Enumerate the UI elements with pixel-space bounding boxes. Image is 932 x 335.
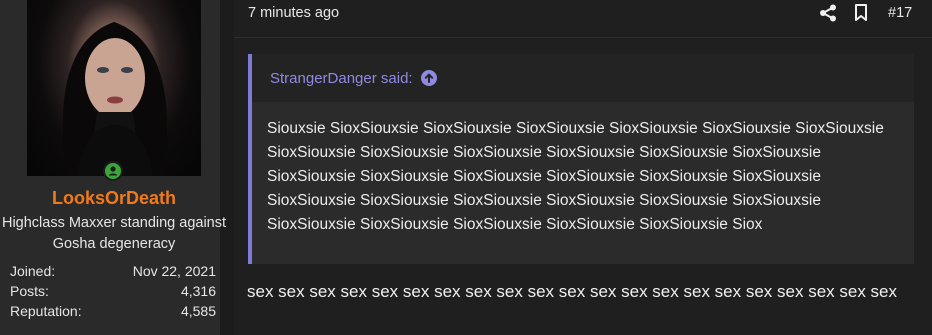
quote-header[interactable]: StrangerDanger said:: [252, 54, 914, 102]
quote-block: StrangerDanger said: Siouxsie SioxSiouxs…: [248, 54, 914, 264]
username[interactable]: LooksOrDeath: [0, 188, 228, 209]
stat-label: Reputation:: [10, 303, 82, 319]
quote-text: Siouxsie SioxSiouxsie SioxSiouxsie SioxS…: [267, 120, 884, 233]
online-status-icon: [103, 161, 123, 181]
avatar[interactable]: [27, 0, 201, 176]
quote-author[interactable]: StrangerDanger said:: [270, 70, 413, 87]
stat-reputation: Reputation: 4,585: [10, 301, 216, 321]
stat-joined: Joined: Nov 22, 2021: [10, 261, 216, 281]
arrow-up-circle-icon[interactable]: [420, 70, 437, 86]
stat-value: Nov 22, 2021: [132, 263, 216, 279]
post-main: 7 minutes ago #17 StrangerDanger said: S…: [234, 0, 932, 335]
stat-label: Posts:: [10, 283, 49, 299]
stat-label: Joined:: [10, 263, 56, 279]
stat-posts: Posts: 4,316: [10, 281, 216, 301]
post-timestamp[interactable]: 7 minutes ago: [248, 5, 339, 21]
avatar-image: [62, 22, 168, 176]
stat-value: 4,585: [180, 303, 216, 319]
post-message: sex sex sex sex sex sex sex sex sex sex …: [247, 282, 898, 301]
post-header: 7 minutes ago #17: [234, 0, 932, 38]
post-number[interactable]: #17: [888, 5, 912, 21]
user-sidebar: LooksOrDeath Highclass Maxxer standing a…: [0, 0, 226, 335]
forum-post: LooksOrDeath Highclass Maxxer standing a…: [0, 0, 932, 335]
bookmark-icon[interactable]: [853, 3, 869, 23]
stat-value: 4,316: [180, 283, 216, 299]
share-icon[interactable]: [818, 3, 838, 23]
user-title: Highclass Maxxer standing against Gosha …: [1, 215, 227, 252]
user-stats: Joined: Nov 22, 2021 Posts: 4,316 Reputa…: [10, 261, 216, 321]
